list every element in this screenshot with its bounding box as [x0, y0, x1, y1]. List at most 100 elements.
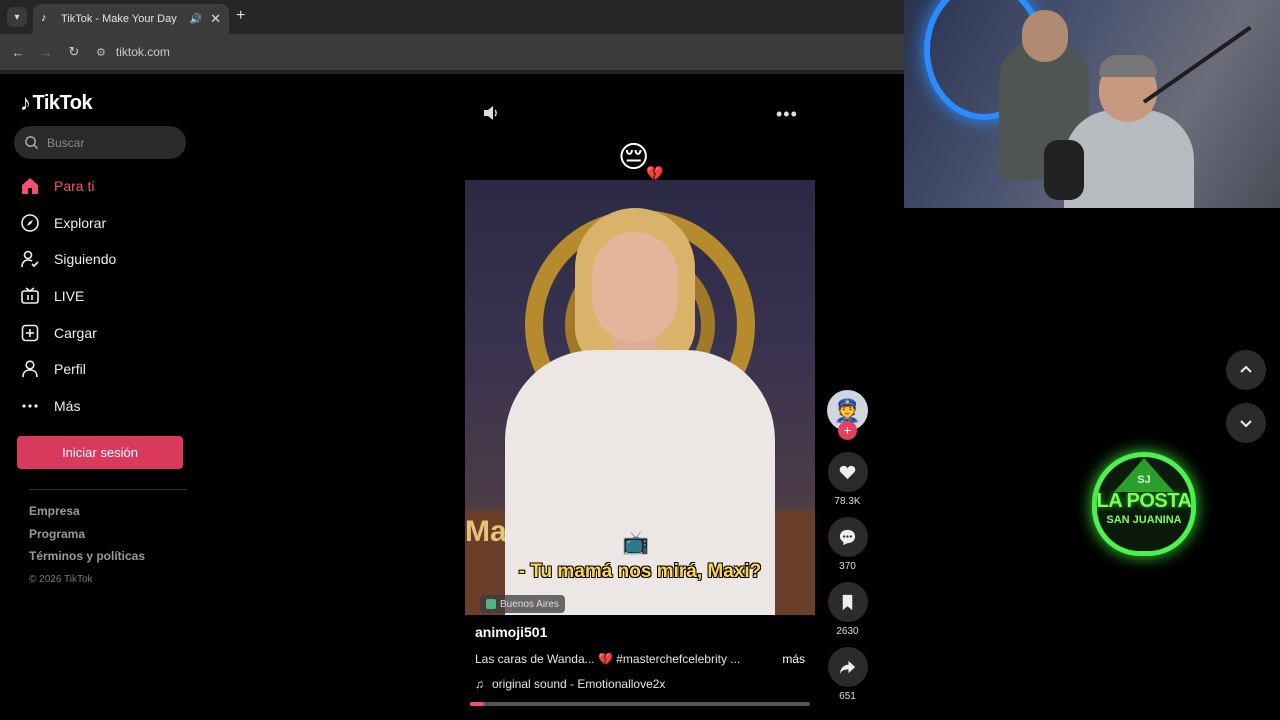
- video-person-face: [592, 232, 678, 342]
- video-player[interactable]: Mas 📺 - Tu mamá nos mirá, Maxi? Buenos A…: [465, 180, 815, 615]
- sidebar-item-cargar[interactable]: Cargar: [20, 314, 190, 351]
- comment-button[interactable]: [827, 517, 868, 557]
- compass-icon: [20, 213, 40, 233]
- chrome-divider: [0, 70, 904, 74]
- share-button[interactable]: [827, 647, 868, 687]
- save-count: 2630: [836, 626, 859, 637]
- location-chip[interactable]: Buenos Aires: [480, 595, 565, 613]
- share-action[interactable]: 651: [827, 647, 868, 702]
- search-box[interactable]: [14, 126, 186, 159]
- logo-line-2: LA POSTA: [1096, 490, 1192, 512]
- share-arrow-icon: [839, 660, 856, 674]
- webcam-microphone: [1044, 140, 1084, 200]
- video-author[interactable]: animoji501: [475, 624, 547, 640]
- sidebar-item-perfil[interactable]: Perfil: [20, 351, 190, 388]
- reload-icon[interactable]: ↻: [64, 44, 84, 60]
- channel-logo: SJ LA POSTA SAN JUANINA: [1086, 446, 1202, 562]
- sidebar-item-label: Cargar: [54, 324, 97, 341]
- back-arrow-icon[interactable]: ←: [8, 45, 28, 60]
- search-input[interactable]: [47, 135, 167, 150]
- share-count: 651: [839, 691, 856, 702]
- volume-icon[interactable]: [481, 103, 501, 123]
- browser-tab-bar: ▾ ♪ TikTok - Make Your Day 🔊 ✕ +: [0, 0, 904, 34]
- browser-tab[interactable]: ♪ TikTok - Make Your Day 🔊 ✕: [33, 4, 229, 34]
- following-icon: [20, 249, 40, 269]
- sidebar-item-label: LIVE: [54, 288, 85, 305]
- logo-text: TikTok: [32, 91, 93, 114]
- description-more-link[interactable]: más: [782, 652, 805, 666]
- url-text: tiktok.com: [115, 45, 170, 59]
- video-more-options-icon[interactable]: •••: [776, 104, 798, 125]
- tab-audio-icon[interactable]: 🔊: [190, 14, 202, 25]
- like-button[interactable]: [827, 452, 868, 492]
- site-info-icon[interactable]: ⚙: [96, 46, 106, 59]
- comment-count: 370: [839, 561, 856, 572]
- logo-line-1: SJ: [1137, 474, 1151, 486]
- music-note-icon: ♫: [475, 677, 484, 691]
- sidebar-item-siguiendo[interactable]: Siguiendo: [20, 241, 190, 278]
- sidebar-item-para-ti[interactable]: Para ti: [20, 168, 190, 205]
- previous-video-button[interactable]: [1226, 350, 1266, 390]
- tiktok-logo[interactable]: ♪ TikTok: [20, 90, 93, 116]
- new-tab-plus-icon[interactable]: +: [236, 7, 245, 25]
- sidebar-nav: Para ti Explorar Siguiendo LIVE Cargar P…: [20, 168, 190, 424]
- chevron-up-icon: [1240, 365, 1252, 373]
- sidebar-divider: [29, 489, 187, 490]
- save-action[interactable]: 2630: [827, 582, 868, 637]
- video-progress-bar[interactable]: [470, 702, 810, 706]
- sidebar-item-live[interactable]: LIVE: [20, 278, 190, 315]
- next-video-button[interactable]: [1226, 403, 1266, 443]
- location-pin-icon: [486, 599, 496, 609]
- tab-title: TikTok - Make Your Day: [61, 13, 177, 25]
- tab-close-icon[interactable]: ✕: [210, 11, 221, 27]
- location-text: Buenos Aires: [500, 598, 559, 610]
- search-icon: [25, 136, 39, 150]
- forward-arrow-icon[interactable]: →: [36, 45, 56, 60]
- upload-icon: [20, 323, 40, 343]
- sad-face-emoji-icon: 😔: [618, 141, 650, 174]
- tv-emoji-icon: 📺: [622, 530, 650, 555]
- home-icon: [20, 176, 40, 196]
- address-bar: ← → ↻ ⚙ tiktok.com: [0, 34, 904, 70]
- webcam-overlay: [904, 0, 1280, 208]
- footer-link-programa[interactable]: Programa: [29, 527, 145, 550]
- live-tv-icon: [20, 286, 40, 306]
- footer-link-terminos[interactable]: Términos y políticas: [29, 549, 145, 572]
- copyright-text: © 2026 TikTok: [29, 573, 93, 585]
- webcam-person-left-head: [1022, 10, 1068, 62]
- profile-icon: [20, 359, 40, 379]
- like-action[interactable]: 78.3K: [827, 452, 868, 507]
- footer-link-empresa[interactable]: Empresa: [29, 504, 145, 527]
- webcam-person-cap: [1099, 55, 1157, 77]
- sidebar-item-label: Explorar: [54, 214, 107, 231]
- login-button[interactable]: Iniciar sesión: [17, 436, 183, 469]
- comment-icon: [839, 529, 856, 545]
- heart-icon: [839, 465, 856, 479]
- sidebar-footer: Empresa Programa Términos y políticas © …: [29, 504, 145, 585]
- sidebar-item-mas[interactable]: Más: [20, 388, 190, 425]
- bookmark-icon: [842, 594, 853, 610]
- url-field[interactable]: ⚙ tiktok.com: [96, 45, 170, 59]
- like-count: 78.3K: [834, 496, 861, 507]
- logo-line-3: SAN JUANINA: [1106, 514, 1182, 526]
- chevron-down-icon: [1240, 420, 1252, 428]
- follow-plus-icon[interactable]: +: [838, 421, 857, 440]
- sidebar-item-label: Más: [54, 397, 81, 414]
- sound-name: original sound - Emotionallove2x: [492, 677, 666, 691]
- video-description: Las caras de Wanda... 💔 #masterchefceleb…: [475, 652, 805, 666]
- more-icon: [20, 396, 40, 416]
- comment-action[interactable]: 370: [827, 517, 868, 572]
- description-text: Las caras de Wanda... 💔 #masterchefceleb…: [475, 652, 741, 666]
- sidebar-item-label: Siguiendo: [54, 251, 117, 268]
- video-sound[interactable]: ♫ original sound - Emotionallove2x: [475, 677, 665, 691]
- tiktok-note-icon: ♪: [20, 90, 31, 115]
- webcam-mic-arm: [1142, 25, 1252, 104]
- video-caption: - Tu mamá nos mirá, Maxi?: [518, 561, 762, 582]
- sidebar-item-label: Para ti: [54, 178, 95, 195]
- sidebar-item-label: Perfil: [54, 361, 86, 378]
- tiktok-favicon-icon: ♪: [41, 12, 47, 24]
- video-progress-fill: [470, 702, 484, 706]
- save-button[interactable]: [827, 582, 868, 622]
- sidebar-item-explorar[interactable]: Explorar: [20, 205, 190, 242]
- tab-search-chevron-down-icon[interactable]: ▾: [7, 7, 27, 27]
